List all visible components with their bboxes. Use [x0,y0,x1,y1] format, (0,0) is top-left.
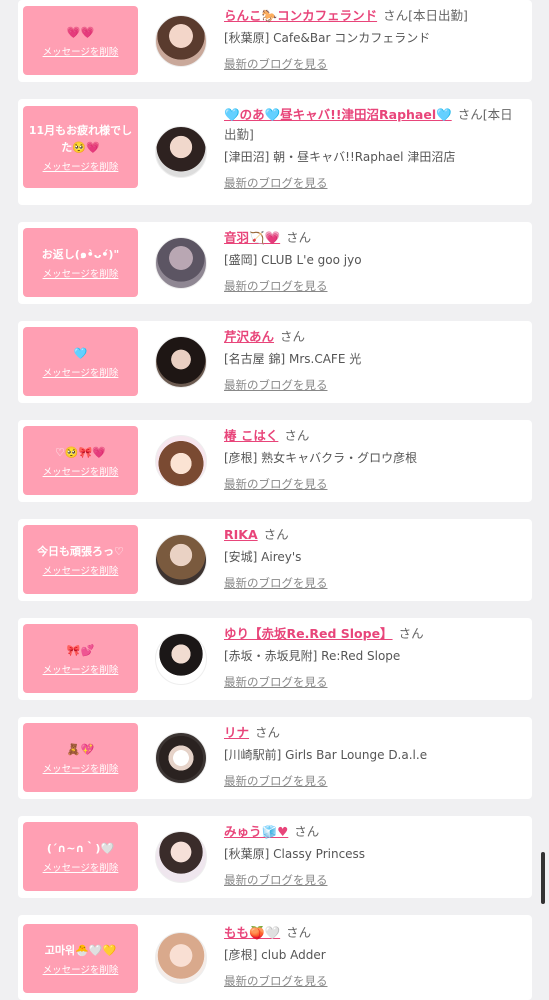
avatar[interactable] [155,534,207,586]
name-suffix: さん [255,725,281,740]
name-suffix: さん [286,230,312,245]
cast-name-link[interactable]: 椿 こはく [224,428,278,443]
shop-info: [彦根] club Adder [224,948,326,962]
cast-name-link[interactable]: RIKA [224,527,258,542]
name-suffix: さん[本日出勤] [383,8,468,23]
scrollbar[interactable] [541,852,545,904]
shop-info: [盛岡] CLUB L'e goo jyo [224,253,362,267]
cast-name-link[interactable]: らんこ🐎コンカフェランド [224,8,377,23]
message-box: 🩵 メッセージを削除 [23,327,138,396]
shop-info: [津田沼] 朝・昼キャバ!!Raphael 津田沼店 [224,150,456,164]
latest-blog-link[interactable]: 最新のブログを見る [224,476,328,492]
latest-blog-link[interactable]: 最新のブログを見る [224,56,328,72]
latest-blog-link[interactable]: 最新のブログを見る [224,175,328,191]
latest-blog-link[interactable]: 最新のブログを見る [224,377,328,393]
name-suffix: さん [263,527,289,542]
latest-blog-link[interactable]: 最新のブログを見る [224,674,328,690]
avatar[interactable] [155,633,207,685]
latest-blog-link[interactable]: 最新のブログを見る [224,278,328,294]
message-box: 今日も頑張ろっ♡ メッセージを削除 [23,525,138,594]
delete-message-link[interactable]: メッセージを削除 [43,761,119,775]
shop-info: [秋葉原] Cafe&Bar コンカフェランド [224,31,431,45]
latest-blog-link[interactable]: 最新のブログを見る [224,973,328,989]
avatar[interactable] [155,336,207,388]
message-text: 🎀💕 [66,643,95,657]
cast-name-link[interactable]: ゆり【赤坂Re.Red Slope】 [224,626,393,641]
latest-blog-link[interactable]: 最新のブログを見る [224,773,328,789]
shop-info: [彦根] 熟女キャバクラ・グロウ彦根 [224,451,418,465]
cast-name-link[interactable]: みゅう🧊♥ [224,824,288,839]
cast-name-link[interactable]: 音羽🏹💗 [224,230,280,245]
list-item: 11月もお疲れ様でした🥺💗 メッセージを削除 🩵のあ🩵昼キャバ!!津田沼Raph… [18,99,532,205]
cast-name-link[interactable]: 芹沢あん [224,329,274,344]
avatar[interactable] [155,831,207,883]
avatar[interactable] [155,435,207,487]
list-item: お返し(๑•̀ᴗ•́)" メッセージを削除 音羽🏹💗 さん [盛岡] CLUB L… [18,222,532,304]
delete-message-link[interactable]: メッセージを削除 [43,860,119,874]
message-text: ♡🥺🎀💗 [55,445,106,459]
list-item: ♡🥺🎀💗 メッセージを削除 椿 こはく さん [彦根] 熟女キャバクラ・グロウ彦根… [18,420,532,502]
name-suffix: さん [294,824,320,839]
cast-name-link[interactable]: リナ [224,725,249,740]
shop-info: [名古屋 錦] Mrs.CAFE 光 [224,352,362,366]
list-item: 💗💗 メッセージを削除 らんこ🐎コンカフェランド さん[本日出勤] [秋葉原] C… [18,0,532,82]
delete-message-link[interactable]: メッセージを削除 [43,464,119,478]
message-box: お返し(๑•̀ᴗ•́)" メッセージを削除 [23,228,138,297]
delete-message-link[interactable]: メッセージを削除 [43,662,119,676]
avatar[interactable] [155,237,207,289]
message-text: 🩵 [73,346,88,360]
cast-name-link[interactable]: もも🍑🤍 [224,925,280,940]
message-box: 🎀💕 メッセージを削除 [23,624,138,693]
name-suffix: さん [286,925,312,940]
list-item: 🩵 メッセージを削除 芹沢あん さん [名古屋 錦] Mrs.CAFE 光 最新の… [18,321,532,403]
list-item: 🧸💖 メッセージを削除 リナ さん [川崎駅前] Girls Bar Lounge… [18,717,532,799]
list-item: 고마워🐣🤍💛 メッセージを削除 もも🍑🤍 さん [彦根] club Adder 最… [18,915,532,1000]
message-text: 今日も頑張ろっ♡ [37,544,124,558]
message-box: 💗💗 メッセージを削除 [23,6,138,75]
avatar[interactable] [155,932,207,984]
message-box: 고마워🐣🤍💛 メッセージを削除 [23,924,138,993]
latest-blog-link[interactable]: 最新のブログを見る [224,872,328,888]
avatar[interactable] [155,126,207,178]
message-box: (´∩~∩｀)🤍 メッセージを削除 [23,822,138,891]
delete-message-link[interactable]: メッセージを削除 [43,44,119,58]
message-text: 11月もお疲れ様でした🥺💗 [28,123,133,154]
delete-message-link[interactable]: メッセージを削除 [43,563,119,577]
list-item: (´∩~∩｀)🤍 メッセージを削除 みゅう🧊♥ さん [秋葉原] Classy P… [18,816,532,898]
message-text: 💗💗 [66,25,95,39]
delete-message-link[interactable]: メッセージを削除 [43,962,119,976]
avatar[interactable] [155,732,207,784]
cast-name-link[interactable]: 🩵のあ🩵昼キャバ!!津田沼Raphael🩵 [224,107,452,122]
shop-info: [秋葉原] Classy Princess [224,847,366,861]
message-box: ♡🥺🎀💗 メッセージを削除 [23,426,138,495]
avatar[interactable] [155,15,207,67]
message-box: 🧸💖 メッセージを削除 [23,723,138,792]
delete-message-link[interactable]: メッセージを削除 [43,266,119,280]
list-item: 今日も頑張ろっ♡ メッセージを削除 RIKA さん [安城] Airey's 最新… [18,519,532,601]
message-text: 🧸💖 [66,742,95,756]
latest-blog-link[interactable]: 最新のブログを見る [224,575,328,591]
message-text: 고마워🐣🤍💛 [44,943,117,957]
shop-info: [赤坂・赤坂見附] Re:Red Slope [224,649,401,663]
name-suffix: さん [280,329,306,344]
message-text: (´∩~∩｀)🤍 [46,841,115,855]
name-suffix: さん [284,428,310,443]
shop-info: [安城] Airey's [224,550,302,564]
delete-message-link[interactable]: メッセージを削除 [43,365,119,379]
message-text: お返し(๑•̀ᴗ•́)" [41,247,120,261]
list-item: 🎀💕 メッセージを削除 ゆり【赤坂Re.Red Slope】 さん [赤坂・赤坂見… [18,618,532,700]
delete-message-link[interactable]: メッセージを削除 [43,159,119,173]
message-box: 11月もお疲れ様でした🥺💗 メッセージを削除 [23,106,138,188]
shop-info: [川崎駅前] Girls Bar Lounge D.a.l.e [224,748,428,762]
name-suffix: さん [398,626,424,641]
